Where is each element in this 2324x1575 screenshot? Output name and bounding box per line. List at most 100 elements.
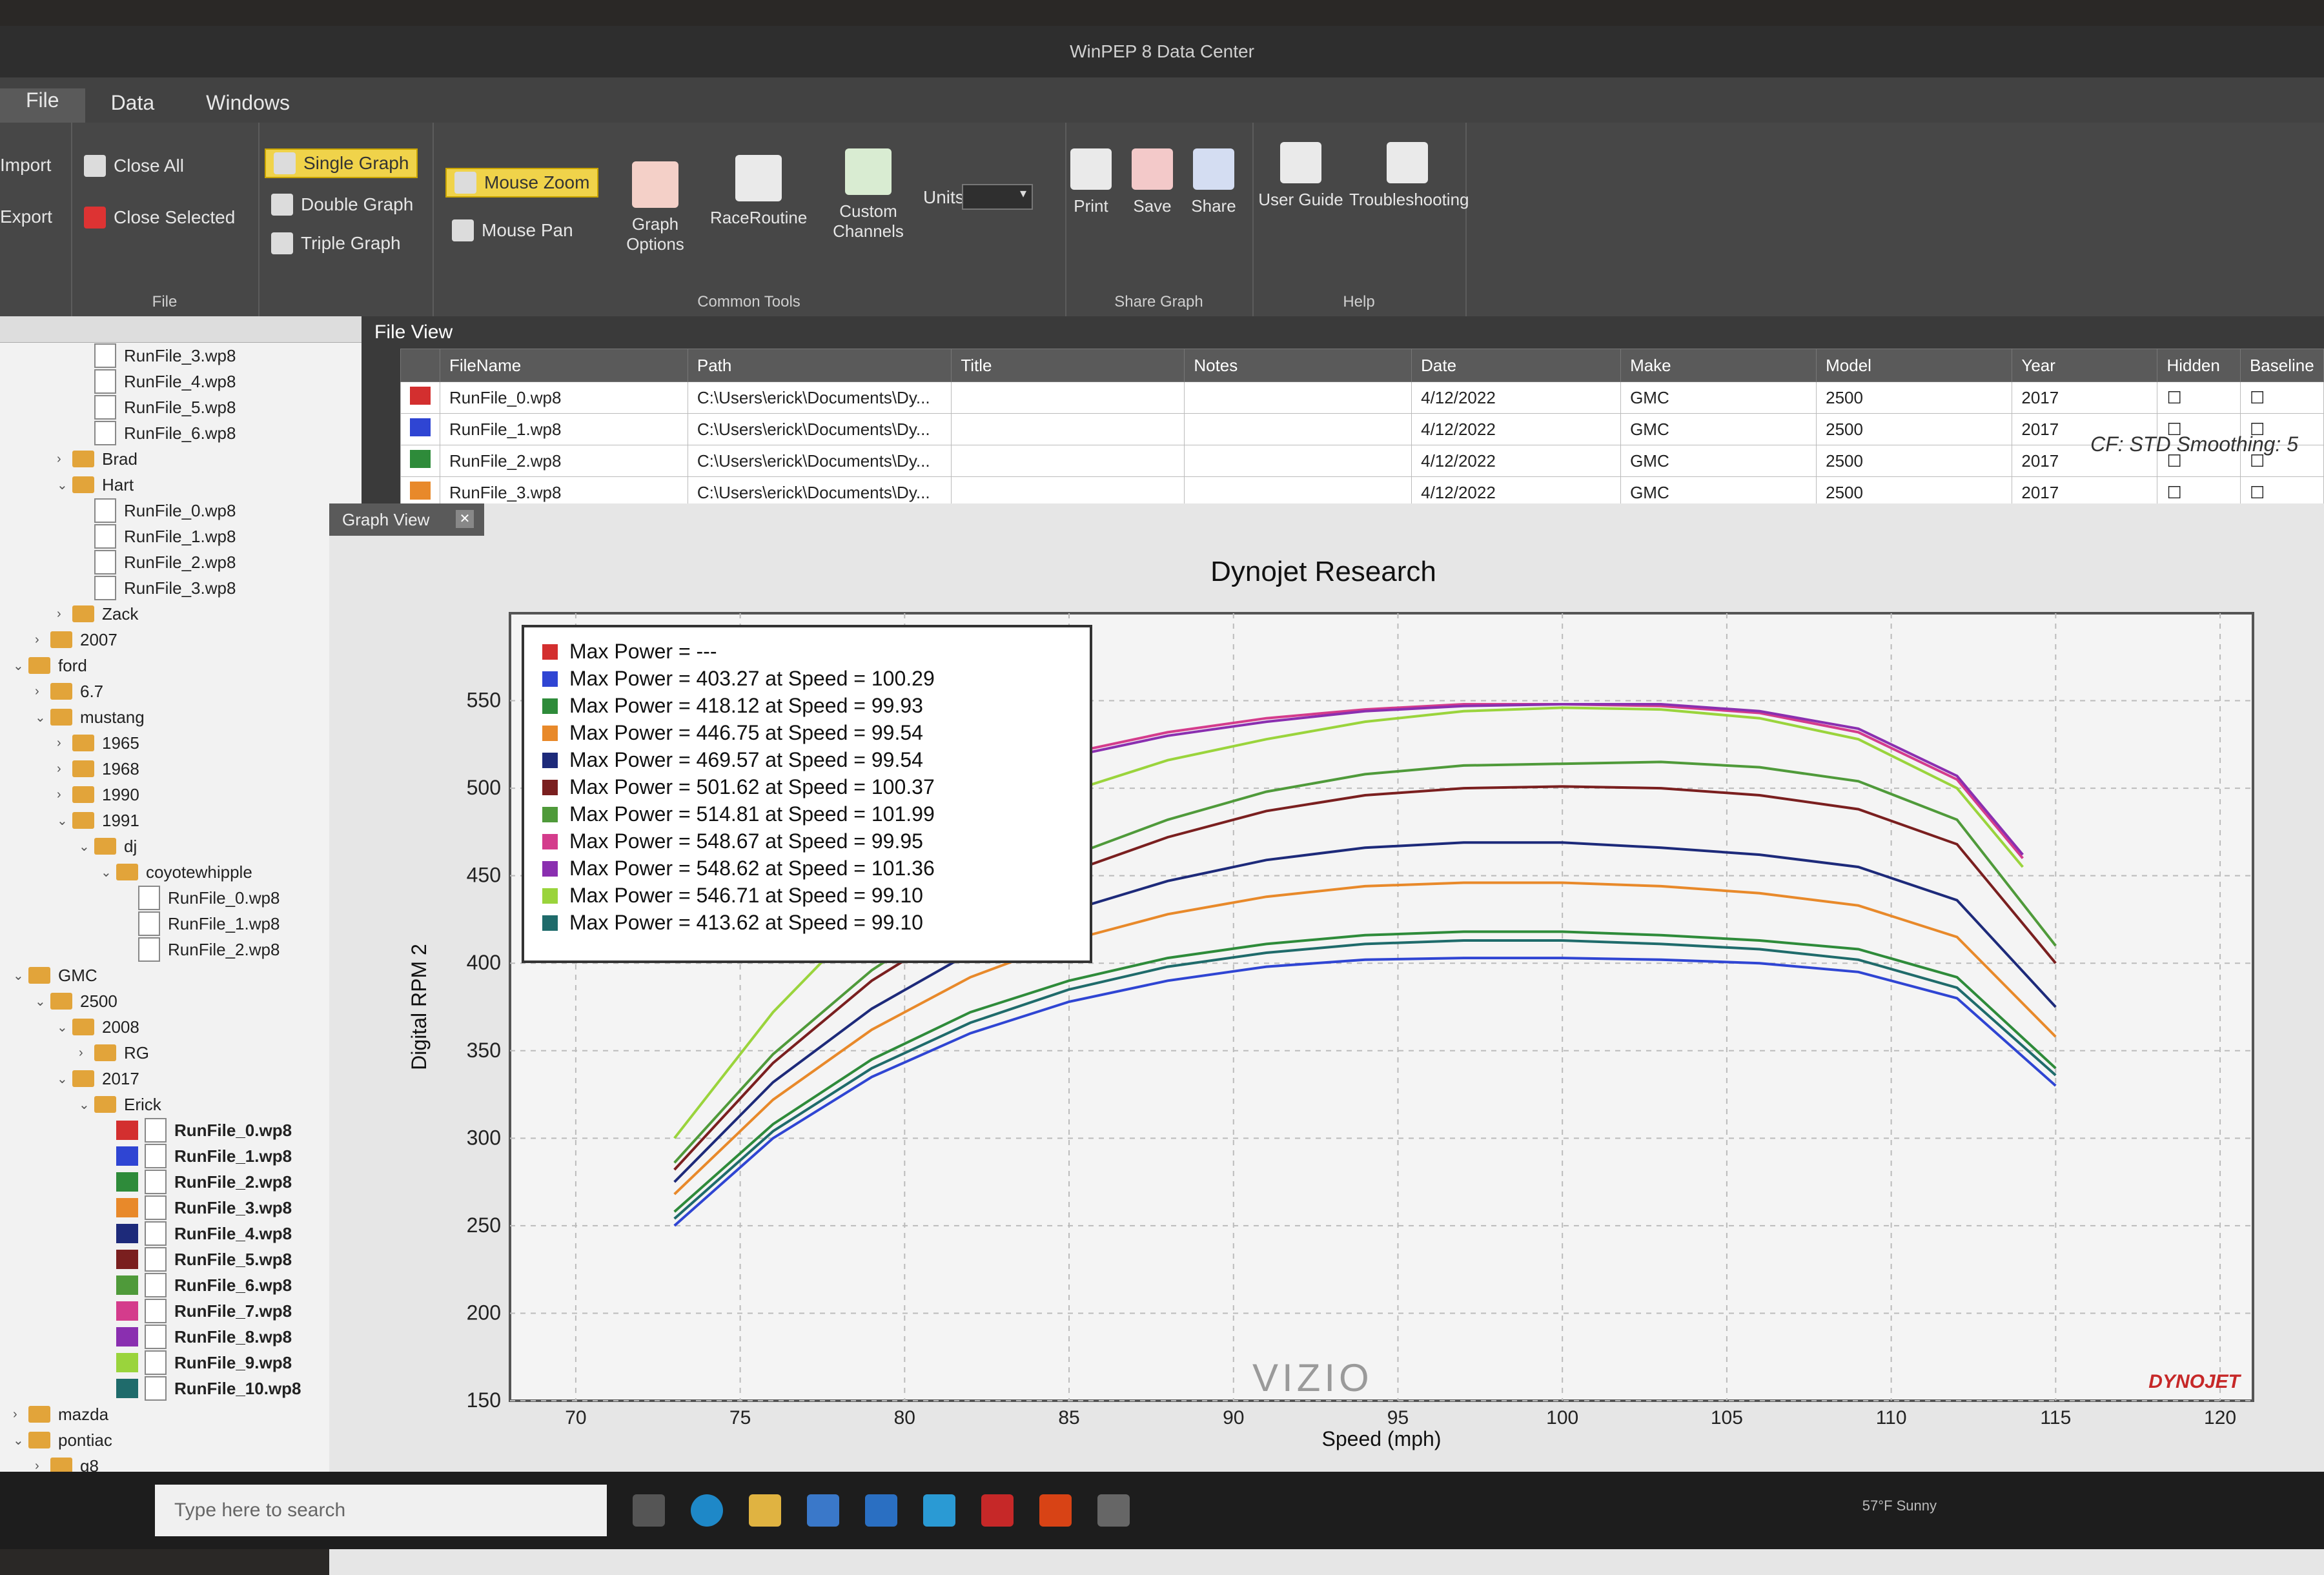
chevron-right-icon[interactable]: › xyxy=(57,736,72,751)
col-path[interactable]: Path xyxy=(687,349,952,382)
units-dropdown[interactable]: ▾ xyxy=(962,184,1033,210)
chevron-down-icon[interactable]: ⌄ xyxy=(57,1019,72,1035)
close-all-button[interactable]: Close All xyxy=(84,155,184,177)
chevron-right-icon[interactable]: › xyxy=(57,452,72,467)
menu-file[interactable]: File xyxy=(0,88,85,123)
chevron-down-icon[interactable]: ⌄ xyxy=(35,993,50,1010)
tree-item-5[interactable]: ⌄ Hart xyxy=(0,472,362,498)
chevron-right-icon[interactable]: › xyxy=(13,1407,28,1422)
tree-item-2[interactable]: RunFile_5.wp8 xyxy=(0,394,362,420)
tree-item-41[interactable]: › mazda xyxy=(0,1401,362,1427)
table-row[interactable]: RunFile_1.wp8 C:\Users\erick\Documents\Dy… xyxy=(400,413,2324,445)
close-selected-button[interactable]: Close Selected xyxy=(84,207,235,229)
col-date[interactable]: Date xyxy=(1411,349,1622,382)
close-icon[interactable]: ✕ xyxy=(456,510,474,528)
chevron-down-icon[interactable]: ⌄ xyxy=(57,813,72,829)
double-graph-button[interactable]: Double Graph xyxy=(271,194,413,216)
menu-data[interactable]: Data xyxy=(85,91,181,123)
tree-item-4[interactable]: › Brad xyxy=(0,446,362,472)
tree-item-25[interactable]: ⌄ 2500 xyxy=(0,988,362,1014)
chevron-down-icon[interactable]: ⌄ xyxy=(101,864,116,880)
tree-item-32[interactable]: RunFile_2.wp8 xyxy=(0,1169,362,1195)
chevron-right-icon[interactable]: › xyxy=(35,633,50,647)
tree-item-39[interactable]: RunFile_9.wp8 xyxy=(0,1350,362,1376)
graph-options-button[interactable]: Graph Options xyxy=(607,161,704,254)
table-cell[interactable]: ☐ xyxy=(2157,381,2241,414)
export-button[interactable]: Export xyxy=(0,207,52,227)
l-app-icon[interactable] xyxy=(923,1494,955,1527)
tree-item-0[interactable]: RunFile_3.wp8 xyxy=(0,343,362,369)
tree-item-26[interactable]: ⌄ 2008 xyxy=(0,1014,362,1040)
weather-widget[interactable]: 57°F Sunny xyxy=(1862,1498,1937,1514)
mouse-pan-button[interactable]: Mouse Pan xyxy=(452,219,573,241)
tree-item-15[interactable]: › 1965 xyxy=(0,730,362,756)
tree-item-38[interactable]: RunFile_8.wp8 xyxy=(0,1324,362,1350)
tree-item-9[interactable]: RunFile_3.wp8 xyxy=(0,575,362,601)
tree-item-33[interactable]: RunFile_3.wp8 xyxy=(0,1195,362,1221)
col-make[interactable]: Make xyxy=(1620,349,1817,382)
tree-item-7[interactable]: RunFile_1.wp8 xyxy=(0,523,362,549)
tree-item-12[interactable]: ⌄ ford xyxy=(0,653,362,678)
chevron-down-icon[interactable]: ⌄ xyxy=(57,477,72,493)
tree-item-30[interactable]: RunFile_0.wp8 xyxy=(0,1117,362,1143)
tree-item-13[interactable]: › 6.7 xyxy=(0,678,362,704)
chevron-down-icon[interactable]: ⌄ xyxy=(79,838,94,855)
mail-icon[interactable] xyxy=(865,1494,897,1527)
col-title[interactable]: Title xyxy=(951,349,1185,382)
race-routine-button[interactable]: RaceRoutine xyxy=(710,155,807,228)
tree-item-37[interactable]: RunFile_7.wp8 xyxy=(0,1298,362,1324)
custom-channels-button[interactable]: Custom Channels xyxy=(820,148,917,241)
table-row[interactable]: RunFile_2.wp8 C:\Users\erick\Documents\Dy… xyxy=(400,445,2324,477)
chevron-right-icon[interactable]: › xyxy=(35,684,50,699)
share-button[interactable]: Share xyxy=(1175,148,1252,216)
winpep-icon[interactable] xyxy=(1097,1494,1130,1527)
table-cell[interactable]: ☐ xyxy=(2239,381,2324,414)
chevron-right-icon[interactable]: › xyxy=(57,762,72,777)
mcafee-icon[interactable] xyxy=(981,1494,1014,1527)
chevron-down-icon[interactable]: ⌄ xyxy=(13,968,28,984)
tree-item-28[interactable]: ⌄ 2017 xyxy=(0,1066,362,1092)
chevron-right-icon[interactable]: › xyxy=(57,788,72,802)
col-baseline[interactable]: Baseline xyxy=(2239,349,2324,382)
col-filename[interactable]: FileName xyxy=(440,349,688,382)
tree-item-6[interactable]: RunFile_0.wp8 xyxy=(0,498,362,523)
tree-item-17[interactable]: › 1990 xyxy=(0,782,362,808)
chevron-right-icon[interactable]: › xyxy=(79,1046,94,1061)
user-guide-button[interactable]: User Guide xyxy=(1252,142,1349,210)
col-year[interactable]: Year xyxy=(2012,349,2158,382)
chevron-down-icon[interactable]: ⌄ xyxy=(35,709,50,726)
chevron-down-icon[interactable]: ⌄ xyxy=(57,1071,72,1087)
tree-item-23[interactable]: RunFile_2.wp8 xyxy=(0,937,362,962)
office-icon[interactable] xyxy=(1039,1494,1072,1527)
table-row[interactable]: RunFile_0.wp8 C:\Users\erick\Documents\Dy… xyxy=(400,381,2324,414)
tree-item-20[interactable]: ⌄ coyotewhipple xyxy=(0,859,362,885)
tree-item-8[interactable]: RunFile_2.wp8 xyxy=(0,549,362,575)
troubleshooting-button[interactable]: Troubleshooting xyxy=(1349,142,1469,210)
tree-item-11[interactable]: › 2007 xyxy=(0,627,362,653)
tree-item-3[interactable]: RunFile_6.wp8 xyxy=(0,420,362,446)
chevron-down-icon[interactable]: ⌄ xyxy=(79,1097,94,1113)
single-graph-button[interactable]: Single Graph xyxy=(265,148,418,178)
tree-item-1[interactable]: RunFile_4.wp8 xyxy=(0,369,362,394)
tree-item-18[interactable]: ⌄ 1991 xyxy=(0,808,362,833)
col-hidden[interactable]: Hidden xyxy=(2157,349,2241,382)
col-notes[interactable]: Notes xyxy=(1184,349,1412,382)
chevron-down-icon[interactable]: ⌄ xyxy=(13,1432,28,1448)
chevron-right-icon[interactable]: › xyxy=(57,607,72,622)
tree-item-34[interactable]: RunFile_4.wp8 xyxy=(0,1221,362,1246)
file-explorer-icon[interactable] xyxy=(749,1494,781,1527)
graph-view-tab[interactable]: Graph View ✕ xyxy=(329,503,484,536)
tree-item-42[interactable]: ⌄ pontiac xyxy=(0,1427,362,1453)
tree-item-35[interactable]: RunFile_5.wp8 xyxy=(0,1246,362,1272)
tree-item-22[interactable]: RunFile_1.wp8 xyxy=(0,911,362,937)
tree-item-19[interactable]: ⌄ dj xyxy=(0,833,362,859)
tree-item-40[interactable]: RunFile_10.wp8 xyxy=(0,1376,362,1401)
chevron-down-icon[interactable]: ⌄ xyxy=(13,658,28,674)
tree-item-29[interactable]: ⌄ Erick xyxy=(0,1092,362,1117)
edge-browser-icon[interactable] xyxy=(691,1494,723,1527)
taskbar-search-input[interactable]: Type here to search xyxy=(155,1485,607,1536)
tree-item-10[interactable]: › Zack xyxy=(0,601,362,627)
task-view-icon[interactable] xyxy=(633,1494,665,1527)
tree-item-36[interactable]: RunFile_6.wp8 xyxy=(0,1272,362,1298)
import-button[interactable]: Import xyxy=(0,155,51,176)
